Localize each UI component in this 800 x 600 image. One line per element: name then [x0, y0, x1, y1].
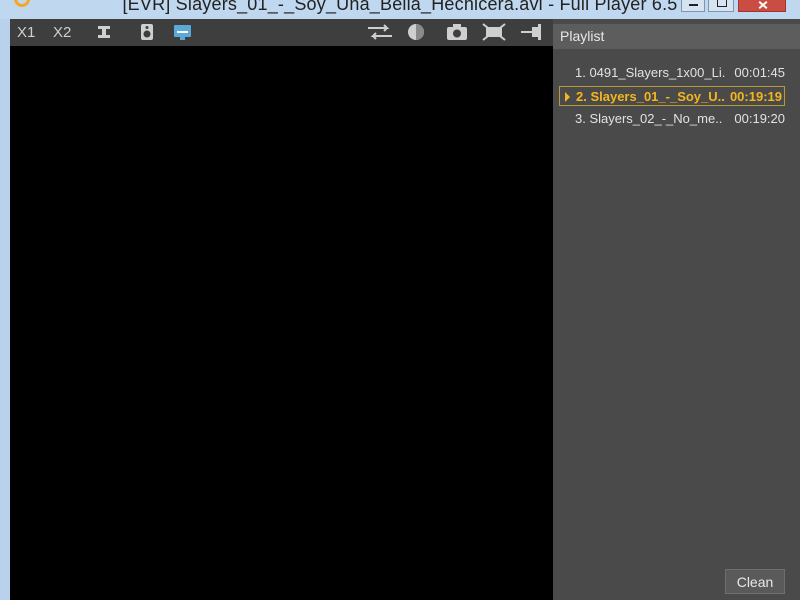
- playlist-item-title: 3. Slayers_02_-_No_me..: [575, 111, 723, 126]
- fullscreen-icon[interactable]: [482, 23, 506, 43]
- playlist-item-duration: 00:19:20: [734, 111, 785, 126]
- maximize-button[interactable]: [708, 0, 734, 12]
- close-button[interactable]: [738, 0, 786, 12]
- swap-audio-icon[interactable]: [365, 23, 395, 43]
- minimize-button[interactable]: [681, 0, 705, 12]
- zoom-1x-button[interactable]: X1: [17, 23, 35, 43]
- subtitle-icon[interactable]: [172, 23, 194, 43]
- player-area: X1 X2: [10, 19, 553, 600]
- playlist-item-1[interactable]: 1. 0491_Slayers_1x00_Li.. 00:01:45: [559, 63, 785, 83]
- playlist-item-title: 2. Slayers_01_-_Soy_U..: [576, 89, 725, 104]
- camera-icon[interactable]: [446, 23, 468, 43]
- video-display[interactable]: [10, 46, 553, 600]
- playlist-item-2[interactable]: 2. Slayers_01_-_Soy_U.. 00:19:19: [559, 86, 785, 106]
- player-toolbar: X1 X2: [10, 19, 553, 46]
- pin-icon[interactable]: [520, 23, 544, 43]
- playlist-panel: Playlist 1. 0491_Slayers_1x00_Li.. 00:01…: [553, 19, 800, 600]
- now-playing-arrow-icon: [565, 92, 570, 102]
- playlist-item-title: 1. 0491_Slayers_1x00_Li..: [575, 65, 725, 80]
- playlist-header: Playlist: [553, 24, 800, 49]
- zoom-2x-button[interactable]: X2: [53, 23, 71, 43]
- playlist-item-duration: 00:19:19: [729, 89, 782, 104]
- playlist-item-duration: 00:01:45: [734, 65, 785, 80]
- player-window: [EVR] Slayers_01_-_Soy_Una_Bella_Hechice…: [0, 0, 800, 600]
- equalizer-icon[interactable]: [94, 23, 114, 43]
- clean-button[interactable]: Clean: [725, 569, 785, 594]
- speaker-icon[interactable]: [137, 23, 157, 43]
- title-bar[interactable]: [EVR] Slayers_01_-_Soy_Una_Bella_Hechice…: [0, 0, 800, 19]
- playlist-item-3[interactable]: 3. Slayers_02_-_No_me.. 00:19:20: [559, 109, 785, 129]
- window-frame-left: [0, 19, 10, 600]
- contrast-icon[interactable]: [406, 23, 426, 43]
- window-title: [EVR] Slayers_01_-_Soy_Una_Bella_Hechice…: [122, 0, 678, 14]
